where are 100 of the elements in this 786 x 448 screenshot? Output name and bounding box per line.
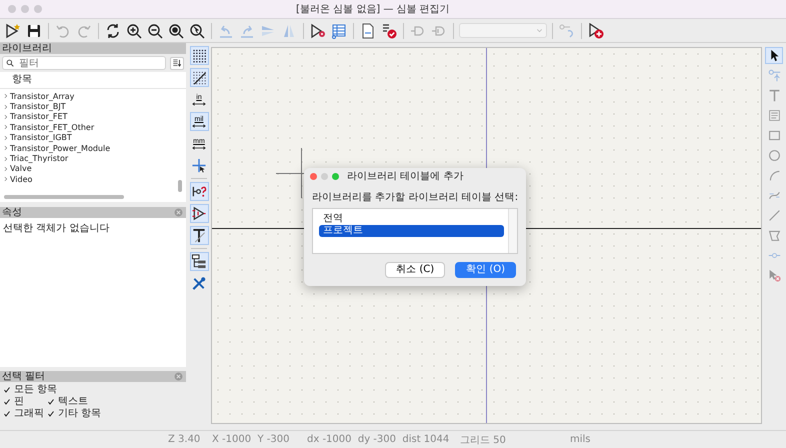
arrow-cursor-button[interactable] <box>765 47 783 64</box>
zoom-in-icon <box>126 22 142 38</box>
table-button[interactable] <box>330 22 348 40</box>
checkbox-label: 텍스트 <box>58 396 88 407</box>
crosshair-cursor-button[interactable] <box>190 156 208 175</box>
checkbox[interactable]: 모든 항목 <box>3 384 127 395</box>
pin-icon <box>768 69 780 82</box>
checkbox-label: 핀 <box>14 396 24 407</box>
symbol-plus-button[interactable] <box>4 22 22 40</box>
panel-header: 속성 <box>2 207 22 218</box>
symbol-gear-button[interactable] <box>309 22 327 40</box>
tools-icon <box>191 276 207 291</box>
panel-header: 선택 필터 <box>2 371 46 382</box>
dialog-title: 라이브러리 테이블에 추가 <box>347 170 464 183</box>
status-text: X -1000 Y -300 <box>212 434 290 445</box>
line-icon <box>768 209 780 222</box>
tree-item[interactable]: Transistor_Array <box>0 91 186 102</box>
text-line-button[interactable] <box>190 226 208 245</box>
zoom-out-icon <box>147 22 163 38</box>
tree-item[interactable]: Transistor_FET_Other <box>0 122 186 133</box>
sort-icon <box>172 58 182 68</box>
checkbox-box[interactable] <box>3 410 11 418</box>
zoom-out-button[interactable] <box>146 22 164 40</box>
checklist-icon <box>381 22 397 38</box>
drawing-canvas[interactable]: 라이브러리 테이블에 추가 라이브러리를 추가할 라이브러리 테이블 선택: 전역 프로젝트 취소 (C) 확인 (O) <box>211 47 762 424</box>
sort-button[interactable] <box>170 56 184 70</box>
symbol-plus-icon <box>5 22 21 38</box>
rectangle-icon <box>768 129 780 142</box>
table-icon <box>331 22 347 38</box>
dot-grid-icon <box>191 48 207 63</box>
column-header: 항목 <box>0 72 186 89</box>
tree-item[interactable]: Transistor_FET <box>0 112 186 122</box>
save-icon <box>26 22 42 38</box>
tree-item[interactable]: Video <box>0 174 186 184</box>
text-line-icon <box>191 228 207 243</box>
symbol-add-icon <box>588 22 604 38</box>
checkbox-box[interactable] <box>3 386 11 394</box>
tools-button[interactable] <box>190 274 208 293</box>
polygon-icon <box>768 229 780 242</box>
pin-question-button[interactable] <box>190 182 208 201</box>
window-title: [불러온 심볼 없음] — 심볼 편집기 <box>296 3 450 16</box>
checkbox-box[interactable] <box>47 398 55 406</box>
list-item[interactable]: 프로젝트 <box>319 225 504 237</box>
hierarchy-button[interactable] <box>190 252 208 271</box>
document-icon <box>360 22 376 38</box>
zoom-selection-button[interactable] <box>188 22 206 40</box>
close-icon <box>174 372 183 381</box>
tree-item[interactable]: Transistor_IGBT <box>0 132 186 143</box>
bezier-curve-icon <box>768 189 780 202</box>
scrollbar-thumb[interactable] <box>4 195 124 199</box>
link-icon <box>559 22 575 38</box>
mirror-vertical-icon <box>281 22 297 38</box>
search-field[interactable]: 필터 <box>2 56 166 70</box>
ok-button[interactable]: 확인 (O) <box>455 262 516 278</box>
checkbox-box[interactable] <box>47 410 55 418</box>
cancel-button[interactable]: 취소 (C) <box>385 262 446 278</box>
checkbox-label: 기타 항목 <box>58 408 102 419</box>
symbol-pins-icon <box>191 206 207 221</box>
checkbox[interactable]: 기타 항목 <box>47 408 127 419</box>
delete-cursor-icon <box>768 269 780 282</box>
double-arrow-icon <box>192 124 206 128</box>
checkbox[interactable]: 핀 <box>3 396 47 407</box>
checkbox-box[interactable] <box>3 398 11 406</box>
zoom-fit-button[interactable] <box>167 22 185 40</box>
tree-item[interactable]: Triac_Thyristor <box>0 153 186 164</box>
close-icon <box>174 208 183 217</box>
tree-item[interactable]: Transistor_BJT <box>0 101 186 112</box>
grid-override-icon <box>191 70 207 85</box>
crosshair-cursor-icon <box>191 158 207 173</box>
pin-question-icon <box>191 184 207 199</box>
panel-header: 라이브러리 <box>0 43 186 54</box>
empty-message: 선택한 객체가 없습니다 <box>2 222 110 236</box>
scrollbar-thumb[interactable] <box>178 180 182 192</box>
status-text: 그리드 50 <box>460 434 507 446</box>
list-item[interactable]: 전역 <box>319 213 504 225</box>
grid-override-button[interactable] <box>190 68 208 87</box>
refresh-icon <box>105 22 121 38</box>
status-text: dx -1000 dy -300 dist 1044 <box>307 434 450 445</box>
tree-item[interactable]: Valve <box>0 164 186 174</box>
double-arrow-icon <box>192 146 206 150</box>
tree-item[interactable]: Transistor_Power_Module <box>0 142 186 154</box>
hierarchy-icon <box>191 254 207 269</box>
text-box-icon <box>768 109 780 122</box>
double-arrow-icon <box>192 102 206 106</box>
text-icon <box>768 89 780 102</box>
checkbox-label: 그래픽 <box>14 408 44 419</box>
symbol-add-button[interactable] <box>587 22 605 40</box>
zoom-in-button[interactable] <box>125 22 143 40</box>
zoom-fit-icon <box>168 22 184 38</box>
dot-grid-button[interactable] <box>190 46 208 65</box>
checkbox-label: 모든 항목 <box>14 384 58 395</box>
symbol-pins-button[interactable] <box>190 204 208 223</box>
status-text: mils <box>570 434 591 445</box>
arc-icon <box>768 169 780 182</box>
checkbox[interactable]: 그래픽 <box>3 408 47 419</box>
status-text: Z 3.40 <box>168 434 202 445</box>
circle-icon <box>768 149 780 162</box>
zoom-selection-icon <box>189 22 205 38</box>
checklist-button[interactable] <box>380 22 398 40</box>
checkbox[interactable]: 텍스트 <box>47 396 127 407</box>
